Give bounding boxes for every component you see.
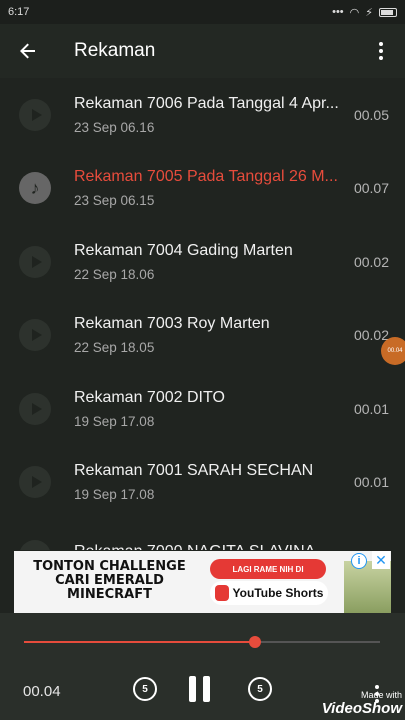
recording-date: 19 Sep 17.08: [74, 413, 155, 429]
row-leading[interactable]: ♪: [0, 172, 70, 205]
ad-pill: LAGI RAME NIH DI: [210, 559, 326, 579]
recording-name: Rekaman 7000 NAGITA SLAVINA: [74, 543, 342, 550]
rewind-icon: 5: [133, 677, 157, 701]
more-vert-icon: [379, 42, 383, 60]
pause-icon: [189, 676, 210, 702]
recording-date: 22 Sep 18.06: [74, 266, 155, 282]
recording-list[interactable]: Rekaman 7006 Pada Tanggal 4 Apr... 23 Sep…: [0, 78, 405, 550]
watermark: Made with VideoShow: [318, 690, 402, 717]
play-icon[interactable]: [19, 466, 51, 499]
recording-name: Rekaman 7002 DITO: [74, 388, 225, 406]
recording-row[interactable]: Rekaman 7000 NAGITA SLAVINA: [0, 519, 405, 550]
row-leading[interactable]: [0, 245, 70, 278]
recording-duration: 00.07: [353, 180, 389, 197]
ad-close-icon[interactable]: ✕: [372, 551, 390, 569]
forward-icon: 5: [248, 677, 272, 701]
more-menu-button[interactable]: [357, 24, 405, 78]
recording-name: Rekaman 7006 Pada Tanggal 4 Apr...: [74, 94, 339, 112]
recording-row[interactable]: Rekaman 7001 SARAH SECHAN 19 Sep 17.08 00.…: [0, 446, 405, 520]
recording-date: 19 Sep 17.08: [74, 487, 155, 503]
pause-button[interactable]: [189, 676, 210, 702]
recording-date: 22 Sep 18.05: [74, 340, 155, 356]
watermark-line1: Made with: [360, 690, 402, 700]
row-texts: Rekaman 7000 NAGITA SLAVINA: [74, 543, 345, 550]
recording-duration: 00.01: [353, 474, 389, 491]
play-icon[interactable]: [19, 392, 51, 425]
recording-duration: 00.01: [353, 400, 389, 417]
rewind-5-button[interactable]: 5: [133, 677, 157, 701]
app-bar: Rekaman: [0, 24, 405, 78]
seek-progress: [24, 641, 256, 643]
row-texts: Rekaman 7006 Pada Tanggal 4 Apr... 23 Sep…: [74, 95, 345, 135]
play-icon[interactable]: [19, 319, 51, 352]
row-leading[interactable]: [0, 319, 70, 352]
ad-headline: TONTON CHALLENGE CARI EMERALD MINECRAFT: [33, 559, 186, 602]
page-title: Rekaman: [74, 40, 156, 61]
play-icon[interactable]: [19, 98, 51, 131]
recording-name: Rekaman 7004 Gading Marten: [74, 241, 293, 259]
status-icons: ••• ◠ ⚡: [332, 6, 397, 19]
watermark-line2: VideoShow: [321, 700, 402, 717]
recording-duration: 00.05: [353, 106, 389, 123]
row-texts: Rekaman 7005 Pada Tanggal 26 M... 23 Sep …: [74, 168, 345, 208]
play-icon[interactable]: [19, 539, 51, 550]
wifi-icon: ◠: [349, 6, 360, 19]
ad-info-icon[interactable]: i: [351, 553, 367, 569]
row-leading[interactable]: [0, 539, 70, 550]
recording-row[interactable]: Rekaman 7002 DITO 19 Sep 17.08 00.01: [0, 372, 405, 446]
youtube-shorts-icon: [214, 585, 229, 601]
row-leading[interactable]: [0, 466, 70, 499]
row-leading[interactable]: [0, 392, 70, 425]
status-time: 6:17: [8, 6, 30, 18]
recording-row[interactable]: Rekaman 7004 Gading Marten 22 Sep 18.06 00…: [0, 225, 405, 299]
battery-icon: [379, 7, 397, 17]
seek-thumb[interactable]: [249, 636, 262, 648]
recording-name: Rekaman 7001 SARAH SECHAN: [74, 462, 314, 480]
recording-duration: 00.02: [353, 253, 389, 270]
ad-platform-label: YouTube Shorts: [232, 586, 324, 600]
dots-icon: •••: [332, 6, 344, 18]
ad-platform: YouTube Shorts: [210, 581, 328, 605]
recording-name: Rekaman 7005 Pada Tanggal 26 M...: [74, 168, 338, 186]
recording-row[interactable]: Rekaman 7006 Pada Tanggal 4 Apr... 23 Sep…: [0, 78, 405, 152]
recording-row[interactable]: ♪ Rekaman 7005 Pada Tanggal 26 M... 23 Sep…: [0, 152, 405, 226]
row-texts: Rekaman 7002 DITO 19 Sep 17.08: [74, 389, 345, 429]
status-bar: 6:17 ••• ◠ ⚡: [0, 0, 405, 24]
row-leading[interactable]: [0, 98, 70, 131]
recording-row[interactable]: Rekaman 7003 Roy Marten 22 Sep 18.05 00.02: [0, 299, 405, 373]
current-time: 00.04: [23, 683, 61, 700]
row-texts: Rekaman 7003 Roy Marten 22 Sep 18.05: [74, 315, 345, 355]
recording-date: 23 Sep 06.16: [74, 119, 155, 135]
ad-banner[interactable]: TONTON CHALLENGE CARI EMERALD MINECRAFT …: [14, 551, 391, 613]
play-icon[interactable]: [19, 245, 51, 278]
row-texts: Rekaman 7001 SARAH SECHAN 19 Sep 17.08: [74, 462, 345, 502]
recording-name: Rekaman 7003 Roy Marten: [74, 315, 270, 333]
forward-5-button[interactable]: 5: [248, 677, 272, 701]
back-arrow-icon[interactable]: [0, 24, 56, 78]
row-texts: Rekaman 7004 Gading Marten 22 Sep 18.06: [74, 242, 345, 282]
floating-bubble[interactable]: 00.04: [381, 337, 405, 365]
flash-icon: ⚡: [365, 6, 373, 19]
music-note-icon: ♪: [19, 172, 51, 205]
recording-date: 23 Sep 06.15: [74, 193, 155, 209]
